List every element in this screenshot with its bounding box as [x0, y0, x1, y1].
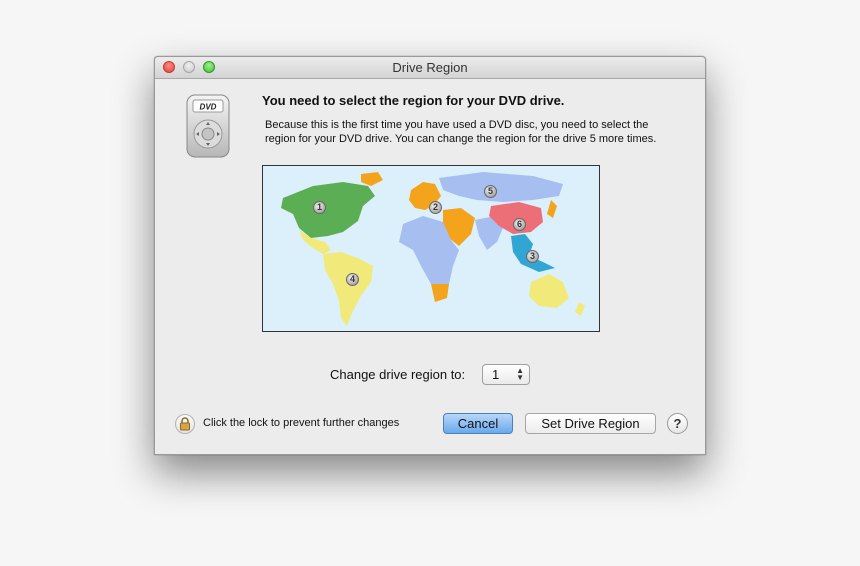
- dialog-heading: You need to select the region for your D…: [262, 93, 565, 108]
- drive-region-window: Drive Region DVD You need to select the …: [154, 56, 706, 455]
- help-button[interactable]: ?: [667, 413, 688, 434]
- dvd-player-icon: DVD: [185, 93, 231, 159]
- region-2-japan: [547, 200, 557, 218]
- region-1-shape: [281, 182, 375, 238]
- region-5-badge[interactable]: 5: [484, 185, 497, 198]
- region-1-badge[interactable]: 1: [313, 201, 326, 214]
- region-3-badge[interactable]: 3: [526, 250, 539, 263]
- dialog-description: Because this is the first time you have …: [265, 119, 657, 145]
- region-1-greenland: [361, 172, 383, 186]
- stepper-arrows-icon: ▲ ▼: [516, 366, 524, 382]
- region-4-badge[interactable]: 4: [346, 273, 359, 286]
- dvd-logo-text: DVD: [200, 103, 217, 112]
- lock-icon: [180, 417, 190, 431]
- region-4-south: [323, 252, 373, 326]
- region-select-value: 1: [492, 367, 500, 382]
- window-title: Drive Region: [392, 60, 468, 75]
- region-6-badge[interactable]: 6: [513, 218, 526, 231]
- region-2-south-africa: [431, 284, 449, 302]
- region-select[interactable]: 1 ▲ ▼: [482, 364, 530, 385]
- lock-button[interactable]: [175, 414, 195, 434]
- title-bar: Drive Region: [155, 57, 705, 79]
- set-drive-region-button[interactable]: Set Drive Region: [525, 413, 656, 434]
- cancel-button[interactable]: Cancel: [443, 413, 513, 434]
- lock-description: Click the lock to prevent further change…: [203, 417, 400, 429]
- region-5-russia: [439, 172, 563, 202]
- region-4-australia: [529, 274, 569, 308]
- dvd-region-map[interactable]: 1 2 3 4 5 6: [262, 165, 600, 332]
- region-4-new-zealand: [575, 302, 585, 316]
- change-region-label: Change drive region to:: [330, 367, 466, 382]
- region-2-badge[interactable]: 2: [429, 201, 442, 214]
